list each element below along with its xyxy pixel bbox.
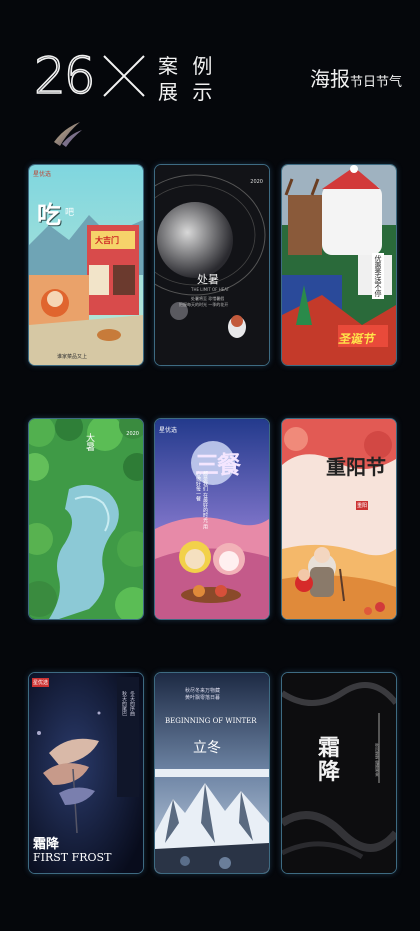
card-english: BEGINNING OF WINTER bbox=[165, 717, 257, 725]
card-title: 霜降 bbox=[318, 736, 341, 785]
shop-sign: 大吉门 bbox=[95, 236, 119, 245]
poster-card-chushu[interactable]: 2020 处暑 THE LIMIT OF HEAT 处暑将至 珍惜暑假 把握每天… bbox=[154, 164, 270, 366]
card-caption: 谁家菜品又上 bbox=[57, 354, 88, 360]
poster-title: 海报 bbox=[309, 67, 350, 91]
card-year: 2020 bbox=[250, 179, 263, 185]
card-caption-2: 把握每天的时光 一季的花开 bbox=[179, 302, 229, 307]
card-title: 圣诞节 bbox=[338, 332, 375, 346]
card-logo: 星优选 bbox=[159, 427, 178, 434]
header: 26 案 例 展 示 海报节日节气 bbox=[0, 0, 420, 150]
card-title: 大暑 bbox=[84, 433, 94, 451]
card-english: THE LIMIT OF HEAT bbox=[191, 287, 230, 292]
card-stamp: 重阳 bbox=[356, 501, 369, 510]
card-caption: 都是我们 在最好的时光 用心做好每一餐 bbox=[195, 471, 208, 530]
poster-card-lidong[interactable]: 秋尽冬来万物藏 黄叶飘零落日暮 BEGINNING OF WINTER 立冬 bbox=[154, 672, 270, 874]
card-year: 2020 bbox=[126, 431, 139, 437]
card-vertical-2: 冬天的序曲 bbox=[129, 691, 135, 716]
card-title: 处暑 bbox=[197, 273, 219, 286]
card-title: 吃 bbox=[37, 201, 61, 229]
card-subtitle: 吧 bbox=[65, 208, 75, 218]
card-title: 霜降 bbox=[33, 837, 60, 852]
poster-card-chi[interactable]: 星优选 吃 吧 大吉门 谁家菜品又上 bbox=[28, 164, 144, 366]
card-title: 重阳节 bbox=[326, 455, 386, 479]
poster-card-shuangjiang-2[interactable]: 霜降 秋风瑟瑟 霜降寒来 bbox=[281, 672, 397, 874]
card-vertical: 秋风瑟瑟 霜降寒来 bbox=[375, 743, 380, 777]
card-caption-2: 黄叶飘零落日暮 bbox=[185, 695, 221, 701]
case-count: 26 bbox=[33, 46, 96, 106]
card-caption: 秋尽冬来万物藏 bbox=[185, 688, 221, 694]
card-english: FIRST FROST bbox=[33, 851, 112, 864]
card-logo: 星优选 bbox=[33, 171, 52, 178]
poster-card-sancan[interactable]: 星优选 三餐 都是我们 在最好的时光 用心做好每一餐 bbox=[154, 418, 270, 620]
cross-icon bbox=[103, 55, 145, 97]
card-title: 立冬 bbox=[193, 740, 221, 756]
poster-card-shuangjiang-1[interactable]: 星优选 秋天的尾巴 冬天的序曲 霜降 FIRST FROST bbox=[28, 672, 144, 874]
card-logo: 星优选 bbox=[32, 678, 50, 687]
heading-line-1: 案 例 bbox=[158, 54, 217, 78]
poster-card-dashu[interactable]: 2020 大暑 bbox=[28, 418, 144, 620]
poster-category: 海报节日节气 bbox=[310, 66, 402, 96]
heading-line-2: 展 示 bbox=[158, 80, 217, 104]
poster-card-christmas[interactable]: 优惠季送不停 圣诞节 bbox=[281, 164, 397, 366]
poster-subtitle: 节日节气 bbox=[349, 75, 402, 90]
card-slogan: 优惠季送不停 bbox=[372, 253, 384, 299]
poster-card-chongyang[interactable]: 重阳节 重阳 bbox=[281, 418, 397, 620]
sparkle-icon bbox=[54, 122, 82, 147]
card-vertical-1: 秋天的尾巴 bbox=[121, 691, 127, 716]
